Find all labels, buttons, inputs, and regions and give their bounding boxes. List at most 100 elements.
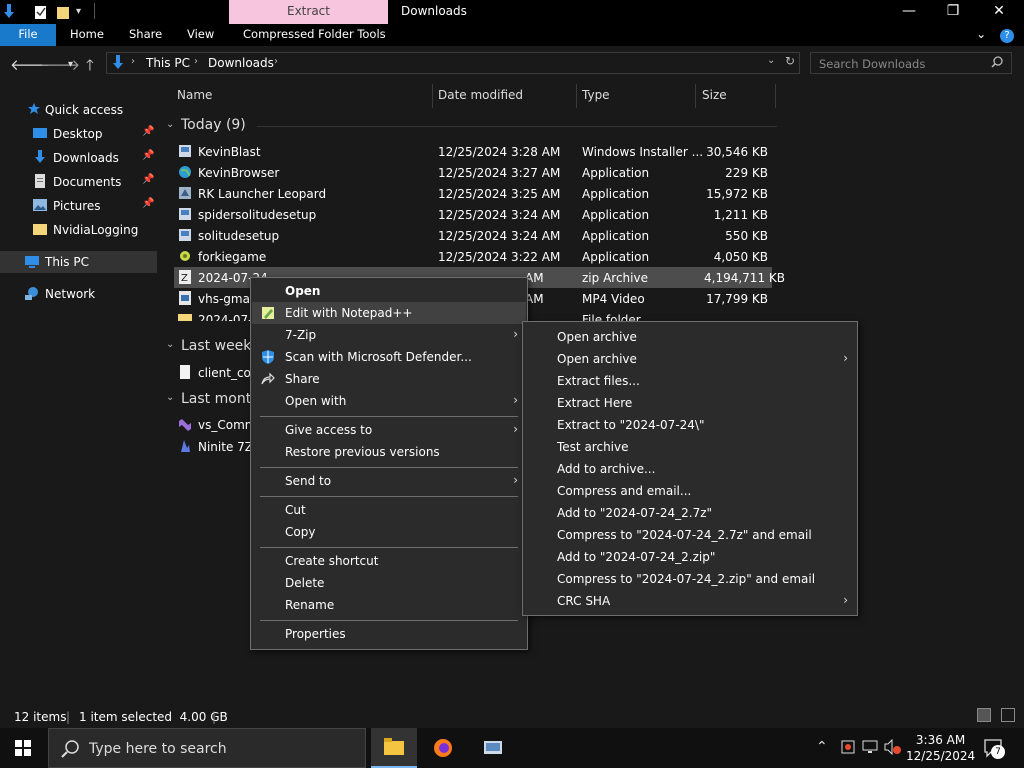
menu-item-test-archive[interactable]: Test archive [524, 436, 856, 458]
menu-item-delete[interactable]: Delete [252, 572, 526, 594]
taskbar-file-explorer[interactable] [371, 728, 417, 768]
menu-item-send-to[interactable]: Send to › [252, 470, 526, 492]
group-header-last-month[interactable]: Last month [181, 391, 260, 407]
menu-item-open-archive-sub[interactable]: Open archive › [524, 348, 856, 370]
group-header-today[interactable]: Today (9) [181, 117, 246, 133]
group-collapse-icon[interactable]: ⌄ [166, 392, 174, 403]
column-header-size[interactable]: Size [702, 88, 727, 102]
search-input[interactable]: Search Downloads [810, 52, 1012, 74]
taskbar-clock[interactable]: 3:36 AM 12/25/2024 [906, 732, 975, 764]
clock-time: 3:36 AM [915, 733, 966, 747]
file-row[interactable]: forkiegame 12/25/2024 3:22 AM Applicatio… [174, 246, 772, 267]
menu-item-compress-7z-email[interactable]: Compress to "2024-07-24_2.7z" and email [524, 524, 856, 546]
menu-separator [260, 620, 518, 621]
group-collapse-icon[interactable]: ⌄ [166, 119, 174, 130]
expand-ribbon-icon[interactable]: ⌄ [976, 27, 986, 41]
menu-item-extract-to-folder[interactable]: Extract to "2024-07-24\" [524, 414, 856, 436]
refresh-icon[interactable]: ↻ [785, 54, 795, 68]
volume-muted-icon[interactable] [884, 738, 902, 758]
nav-item-desktop[interactable]: Desktop 📌 [0, 123, 157, 145]
tab-home[interactable]: Home [70, 24, 104, 46]
menu-item-crc-sha[interactable]: CRC SHA › [524, 590, 856, 612]
taskbar-search-input[interactable]: Type here to search [48, 728, 366, 768]
address-box[interactable]: › This PC › Downloads › ⌄ ↻ [106, 52, 800, 74]
column-divider[interactable] [775, 84, 776, 108]
forward-arrow-icon[interactable]: 🡒 [40, 55, 80, 74]
menu-item-add-to-archive[interactable]: Add to archive... [524, 458, 856, 480]
column-header-type[interactable]: Type [582, 88, 610, 102]
new-folder-icon[interactable] [56, 4, 70, 20]
menu-item-open-with[interactable]: Open with › [252, 390, 526, 412]
status-selection: 1 item selected 4.00 GB [79, 710, 228, 724]
properties-icon[interactable] [34, 4, 48, 20]
notification-count-badge: 7 [991, 745, 1005, 759]
tab-share[interactable]: Share [129, 24, 162, 46]
breadcrumb-downloads[interactable]: Downloads [208, 56, 274, 70]
file-row[interactable]: RK Launcher Leopard 12/25/2024 3:25 AM A… [174, 183, 772, 204]
minimize-button[interactable]: — [886, 0, 932, 24]
network-tray-icon[interactable] [862, 739, 878, 758]
menu-item-edit-with-notepad[interactable]: Edit with Notepad++ [252, 302, 526, 324]
menu-item-scan-defender[interactable]: Scan with Microsoft Defender... [252, 346, 526, 368]
taskbar-app[interactable] [470, 728, 516, 768]
menu-item-rename[interactable]: Rename [252, 594, 526, 616]
up-arrow-icon[interactable]: 🡑 [86, 55, 94, 80]
customize-qat-icon[interactable]: ▾ [76, 6, 90, 22]
tray-app-icon[interactable] [840, 739, 856, 758]
file-row[interactable]: client_cor [174, 362, 256, 383]
file-row[interactable]: vs_Comm [174, 414, 256, 435]
file-row[interactable]: KevinBrowser 12/25/2024 3:27 AM Applicat… [174, 162, 772, 183]
file-row[interactable]: solitudesetup 12/25/2024 3:24 AM Applica… [174, 225, 772, 246]
nav-item-nvidialogging[interactable]: NvidiaLogging [0, 219, 157, 241]
tab-view[interactable]: View [187, 24, 214, 46]
menu-item-share[interactable]: Share [252, 368, 526, 390]
nav-item-documents[interactable]: Documents 📌 [0, 171, 157, 193]
close-button[interactable]: ✕ [976, 0, 1022, 24]
menu-item-add-to-zip[interactable]: Add to "2024-07-24_2.zip" [524, 546, 856, 568]
nav-item-pictures[interactable]: Pictures 📌 [0, 195, 157, 217]
large-icons-view-icon[interactable] [1001, 708, 1015, 722]
menu-item-compress-zip-email[interactable]: Compress to "2024-07-24_2.zip" and email [524, 568, 856, 590]
details-view-icon[interactable] [977, 708, 991, 722]
column-divider[interactable] [695, 84, 696, 108]
menu-item-extract-here[interactable]: Extract Here [524, 392, 856, 414]
menu-item-compress-and-email[interactable]: Compress and email... [524, 480, 856, 502]
tab-file[interactable]: File [0, 24, 56, 46]
breadcrumb-this-pc[interactable]: This PC [146, 56, 190, 70]
search-icon [61, 740, 79, 761]
menu-item-add-to-7z[interactable]: Add to "2024-07-24_2.7z" [524, 502, 856, 524]
taskbar-firefox[interactable] [420, 728, 466, 768]
menu-item-properties[interactable]: Properties [252, 623, 526, 645]
nav-item-quick-access[interactable]: Quick access [0, 99, 157, 121]
nav-item-network[interactable]: Network [0, 283, 157, 305]
extract-context-tab[interactable]: Extract [229, 0, 388, 24]
download-arrow-icon[interactable] [2, 4, 16, 20]
file-row[interactable]: Ninite 7Zi [174, 436, 256, 457]
menu-item-open-archive[interactable]: Open archive [524, 326, 856, 348]
column-divider[interactable] [432, 84, 433, 108]
show-hidden-icons-icon[interactable]: ⌃ [816, 739, 828, 755]
column-divider[interactable] [576, 84, 577, 108]
group-header-last-week[interactable]: Last week [181, 338, 251, 354]
menu-item-restore-versions[interactable]: Restore previous versions [252, 441, 526, 463]
menu-item-7zip[interactable]: 7-Zip › [252, 324, 526, 346]
group-collapse-icon[interactable]: ⌄ [166, 339, 174, 350]
column-header-name[interactable]: Name [177, 88, 212, 102]
file-row[interactable]: spidersolitudesetup 12/25/2024 3:24 AM A… [174, 204, 772, 225]
menu-item-create-shortcut[interactable]: Create shortcut [252, 550, 526, 572]
tab-compressed-folder-tools[interactable]: Compressed Folder Tools [243, 24, 386, 46]
column-header-date-modified[interactable]: Date modified [438, 88, 523, 102]
menu-item-cut[interactable]: Cut [252, 499, 526, 521]
maximize-button[interactable]: ❐ [930, 0, 976, 24]
recent-locations-chevron-icon[interactable]: ▾ [68, 59, 73, 70]
menu-item-give-access[interactable]: Give access to › [252, 419, 526, 441]
file-row[interactable]: KevinBlast 12/25/2024 3:28 AM Windows In… [174, 141, 772, 162]
help-icon[interactable]: ? [1000, 29, 1014, 43]
nav-item-downloads[interactable]: Downloads 📌 [0, 147, 157, 169]
menu-item-open[interactable]: Open [252, 280, 526, 302]
menu-item-copy[interactable]: Copy [252, 521, 526, 543]
nav-item-this-pc[interactable]: This PC [0, 251, 157, 273]
menu-item-extract-files[interactable]: Extract files... [524, 370, 856, 392]
address-dropdown-icon[interactable]: ⌄ [767, 55, 775, 66]
windows-start-icon[interactable] [15, 740, 31, 759]
